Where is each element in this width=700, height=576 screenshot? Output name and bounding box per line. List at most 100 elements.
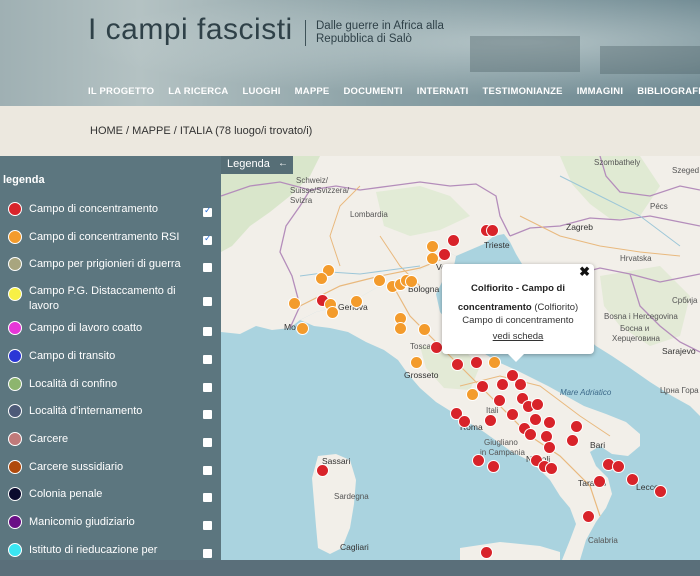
map-marker-camp[interactable]: [524, 428, 537, 441]
breadcrumb-separator: /: [123, 125, 133, 137]
map-marker-camp[interactable]: [545, 462, 558, 475]
map-marker-camp[interactable]: [480, 546, 493, 559]
site-title[interactable]: I campi fascisti: [88, 13, 293, 47]
map-marker-camp[interactable]: [566, 434, 579, 447]
map-marker-rsi[interactable]: [288, 297, 301, 310]
legend-color-dot: [8, 377, 22, 391]
map-marker-camp[interactable]: [487, 460, 500, 473]
legend-toggle-tab[interactable]: Legenda ←: [221, 156, 293, 174]
nav-documenti[interactable]: DOCUMENTI: [343, 86, 402, 97]
legend-checkbox[interactable]: [203, 327, 212, 336]
legend-item-label: Colonia penale: [29, 488, 103, 500]
map-marker-rsi[interactable]: [410, 356, 423, 369]
map-marker-camp[interactable]: [451, 358, 464, 371]
map-marker-rsi[interactable]: [394, 322, 407, 335]
map-label: Bari: [590, 440, 606, 450]
map-marker-rsi[interactable]: [426, 252, 439, 265]
map-marker-rsi[interactable]: [296, 322, 309, 335]
nav-internati[interactable]: INTERNATI: [417, 86, 469, 97]
map-marker-camp[interactable]: [458, 415, 471, 428]
legend-item-label: Campo di transito: [29, 350, 116, 362]
map-marker-rsi[interactable]: [373, 274, 386, 287]
map-marker-rsi[interactable]: [315, 272, 328, 285]
legend-item-label: Campo di concentramento RSI: [29, 231, 180, 243]
close-icon[interactable]: ✖: [579, 264, 590, 280]
legend-checkbox[interactable]: [203, 438, 212, 447]
map-marker-camp[interactable]: [514, 378, 527, 391]
nav-bibliografia[interactable]: BIBLIOGRAFIA: [637, 86, 700, 97]
nav-mappe[interactable]: MAPPE: [295, 86, 330, 97]
map-marker-camp[interactable]: [654, 485, 667, 498]
legend-color-dot: [8, 230, 22, 244]
legend-checkbox[interactable]: [203, 263, 212, 272]
nav-luoghi[interactable]: LUOGHI: [242, 86, 280, 97]
map-marker-camp[interactable]: [570, 420, 583, 433]
nav-immagini[interactable]: IMMAGINI: [577, 86, 623, 97]
map-marker-rsi[interactable]: [405, 275, 418, 288]
legend-checkbox[interactable]: [203, 493, 212, 502]
map-marker-camp[interactable]: [543, 441, 556, 454]
breadcrumb-home[interactable]: HOME: [90, 125, 123, 137]
map-label: Mare Adriatico: [560, 388, 612, 397]
map-marker-camp[interactable]: [529, 413, 542, 426]
map-marker-camp[interactable]: [438, 248, 451, 261]
title-divider: [305, 20, 306, 46]
map-marker-camp[interactable]: [472, 454, 485, 467]
map-marker-rsi[interactable]: [418, 323, 431, 336]
legend-tab-label: Legenda: [227, 158, 270, 170]
nav-la-ricerca[interactable]: LA RICERCA: [168, 86, 228, 97]
legend-checkbox[interactable]: [203, 549, 212, 558]
popup-title-line: Colfiorito - Campo di concentramento (Co…: [450, 279, 586, 317]
legend-color-dot: [8, 349, 22, 363]
legend-item-label: Manicomio giudiziario: [29, 516, 135, 528]
map-marker-camp[interactable]: [543, 416, 556, 429]
map-label: Calabria: [588, 536, 618, 545]
arrow-left-icon[interactable]: ←: [278, 158, 288, 169]
popup-type: Campo di concentramento: [462, 315, 574, 326]
map-marker-camp[interactable]: [316, 464, 329, 477]
main-nav: IL PROGETTO LA RICERCA LUOGHI MAPPE DOCU…: [88, 86, 700, 97]
legend-color-dot: [8, 543, 22, 557]
legend-checkbox[interactable]: [203, 297, 212, 306]
map-marker-rsi[interactable]: [466, 388, 479, 401]
legend-checkbox[interactable]: [203, 205, 212, 217]
map-label: Pécs: [650, 202, 668, 211]
map-marker-camp[interactable]: [582, 510, 595, 523]
legend-title: legenda: [3, 174, 45, 186]
map-label: Херцеговина: [612, 334, 660, 343]
nav-testimonianze[interactable]: TESTIMONIANZE: [483, 86, 563, 97]
legend-checkbox[interactable]: [203, 383, 212, 392]
map-marker-rsi[interactable]: [326, 306, 339, 319]
popup-details-link[interactable]: vedi scheda: [442, 331, 594, 342]
map-marker-camp[interactable]: [486, 224, 499, 237]
legend-checkbox[interactable]: [203, 521, 212, 530]
legend-checkbox[interactable]: [203, 410, 212, 419]
legend-item-label: Località d'internamento: [29, 405, 143, 417]
legend-item-label: Carcere: [29, 433, 69, 445]
legend-checkbox[interactable]: [203, 233, 212, 245]
map-marker-camp[interactable]: [470, 356, 483, 369]
map-label: Svizra: [290, 196, 313, 205]
map-marker-camp[interactable]: [447, 234, 460, 247]
map-marker-camp[interactable]: [506, 408, 519, 421]
map-label: Црна Гора: [660, 386, 699, 395]
map-marker-camp[interactable]: [531, 398, 544, 411]
map-marker-rsi[interactable]: [350, 295, 363, 308]
map-marker-camp[interactable]: [626, 473, 639, 486]
map-marker-camp[interactable]: [496, 378, 509, 391]
map-marker-camp[interactable]: [484, 414, 497, 427]
legend-checkbox[interactable]: [203, 355, 212, 364]
breadcrumb-current: ITALIA (78 luogo/i trovato/i): [179, 125, 313, 137]
legend-item-label: Istituto di rieducazione per: [29, 544, 158, 556]
legend-color-dot: [8, 321, 22, 335]
nav-il-progetto[interactable]: IL PROGETTO: [88, 86, 154, 97]
legend-color-dot: [8, 404, 22, 418]
map-marker-camp[interactable]: [593, 475, 606, 488]
map-marker-camp[interactable]: [612, 460, 625, 473]
map-marker-camp[interactable]: [493, 394, 506, 407]
map-label: Cagliari: [340, 542, 369, 552]
map-label: Hrvatska: [620, 254, 652, 263]
breadcrumb-maps[interactable]: MAPPE: [132, 125, 171, 137]
map-marker-rsi[interactable]: [488, 356, 501, 369]
legend-checkbox[interactable]: [203, 466, 212, 475]
